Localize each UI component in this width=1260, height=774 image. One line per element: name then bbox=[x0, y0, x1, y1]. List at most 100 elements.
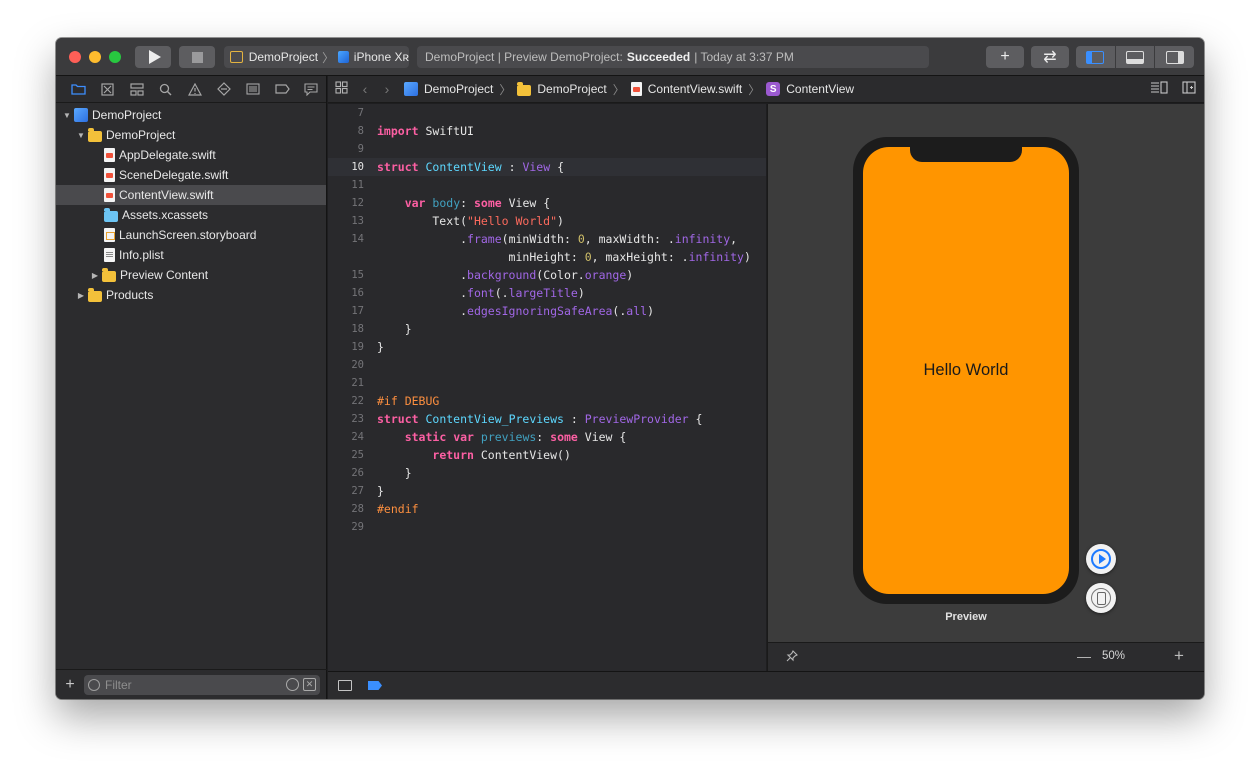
xcode-window: DemoProject 〉 iPhone Xʀ DemoProject | Pr… bbox=[56, 38, 1204, 699]
breadcrumb-item[interactable]: ContentView.swift bbox=[648, 82, 743, 96]
source-control-filter-icon[interactable]: ✕ bbox=[303, 678, 316, 691]
code-editor[interactable]: 7 8 import SwiftUI 9 10 struct ContentView : … bbox=[328, 104, 766, 671]
tree-item-file[interactable]: Assets.xcassets bbox=[56, 205, 326, 225]
source-control-icon[interactable] bbox=[93, 79, 122, 99]
warning-icon[interactable] bbox=[180, 79, 209, 99]
preview-label: Preview bbox=[945, 611, 987, 623]
code-line[interactable]: 9 bbox=[328, 140, 766, 158]
zoom-out-button[interactable]: — bbox=[1077, 648, 1091, 664]
breadcrumb-item[interactable]: ContentView bbox=[786, 82, 854, 96]
code-line[interactable]: 29 bbox=[328, 518, 766, 536]
filter-field[interactable]: Filter ✕ bbox=[84, 674, 320, 695]
tree-item-group[interactable]: ▶ Products bbox=[56, 285, 326, 305]
device-icon bbox=[338, 51, 349, 63]
code-line[interactable]: 21 bbox=[328, 374, 766, 392]
toggle-navigator-button[interactable] bbox=[1076, 46, 1116, 68]
disclosure-closed-icon[interactable]: ▶ bbox=[76, 291, 86, 300]
search-icon[interactable] bbox=[151, 79, 180, 99]
code-line[interactable]: 23 struct ContentView_Previews : PreviewP… bbox=[328, 410, 766, 428]
tree-item-project[interactable]: ▼ DemoProject bbox=[56, 105, 326, 125]
code-line[interactable]: 13 Text("Hello World") bbox=[328, 212, 766, 230]
line-number: 12 bbox=[351, 197, 364, 209]
tree-item-group[interactable]: ▼ DemoProject bbox=[56, 125, 326, 145]
tree-item-file-selected[interactable]: ContentView.swift bbox=[56, 185, 326, 205]
close-window-button[interactable] bbox=[69, 51, 81, 63]
code-line[interactable]: 22 #if DEBUG bbox=[328, 392, 766, 410]
code-line[interactable]: 18 } bbox=[328, 320, 766, 338]
breakpoints-toggle-icon[interactable] bbox=[368, 681, 382, 690]
code-text: import SwiftUI bbox=[377, 124, 474, 138]
filter-icon bbox=[88, 678, 100, 691]
test-diamond-icon[interactable] bbox=[210, 79, 239, 99]
tree-item-file[interactable]: LaunchScreen.storyboard bbox=[56, 225, 326, 245]
disclosure-open-icon[interactable]: ▼ bbox=[62, 111, 72, 120]
preview-on-device-button[interactable] bbox=[1086, 583, 1116, 613]
code-line[interactable]: 16 .font(.largeTitle) bbox=[328, 284, 766, 302]
line-number: 23 bbox=[351, 413, 364, 425]
code-line[interactable]: 25 return ContentView() bbox=[328, 446, 766, 464]
code-text: .font(.largeTitle) bbox=[377, 286, 585, 300]
tree-item-group[interactable]: ▶ Preview Content bbox=[56, 265, 326, 285]
code-line[interactable]: 11 bbox=[328, 176, 766, 194]
zoom-in-button[interactable]: + bbox=[1174, 646, 1184, 666]
project-navigator: ▼ DemoProject ▼ DemoProject AppDelegate.… bbox=[56, 76, 327, 699]
tree-item-file[interactable]: SceneDelegate.swift bbox=[56, 165, 326, 185]
forward-chevron-icon[interactable]: › bbox=[376, 81, 398, 97]
code-line[interactable]: 26 } bbox=[328, 464, 766, 482]
code-text: } bbox=[377, 322, 412, 336]
device-screen[interactable]: Hello World bbox=[863, 147, 1069, 594]
code-line[interactable]: 28 #endif bbox=[328, 500, 766, 518]
code-line[interactable]: 7 bbox=[328, 104, 766, 122]
code-line[interactable]: 8 import SwiftUI bbox=[328, 122, 766, 140]
line-number: 19 bbox=[351, 341, 364, 353]
recent-files-icon[interactable] bbox=[286, 678, 299, 691]
code-line[interactable]: 17 .edgesIgnoringSafeArea(.all) bbox=[328, 302, 766, 320]
code-line[interactable]: 12 var body: some View { bbox=[328, 194, 766, 212]
hide-debug-area-icon[interactable] bbox=[338, 680, 352, 691]
scheme-selector[interactable]: DemoProject 〉 iPhone Xʀ bbox=[224, 46, 409, 68]
code-line[interactable]: 14 .frame(minWidth: 0, maxWidth: .infini… bbox=[328, 230, 766, 248]
related-items-icon[interactable] bbox=[328, 81, 354, 97]
library-button[interactable]: + bbox=[986, 46, 1024, 68]
code-line[interactable]: 19} bbox=[328, 338, 766, 356]
folder-icon bbox=[88, 288, 102, 302]
code-line[interactable]: minHeight: 0, maxHeight: .infinity) bbox=[328, 248, 766, 266]
breadcrumb-item[interactable]: DemoProject bbox=[424, 82, 493, 96]
symbol-hierarchy-icon[interactable] bbox=[122, 79, 151, 99]
breadcrumb-separator-icon: 〉 bbox=[499, 82, 512, 97]
minimize-window-button[interactable] bbox=[89, 51, 101, 63]
disclosure-open-icon[interactable]: ▼ bbox=[76, 131, 86, 140]
tree-item-file[interactable]: AppDelegate.swift bbox=[56, 145, 326, 165]
live-preview-button[interactable] bbox=[1086, 544, 1116, 574]
breakpoint-icon[interactable] bbox=[268, 79, 297, 99]
code-line[interactable]: 27} bbox=[328, 482, 766, 500]
tree-item-label: Products bbox=[106, 288, 154, 302]
run-button[interactable] bbox=[135, 46, 171, 68]
panel-toggle-group bbox=[1076, 46, 1194, 68]
code-review-button[interactable]: ⇄ bbox=[1031, 46, 1069, 68]
tree-item-file[interactable]: Info.plist bbox=[56, 245, 326, 265]
line-number: 8 bbox=[357, 125, 364, 137]
code-text: } bbox=[377, 340, 384, 354]
line-number: 17 bbox=[351, 305, 364, 317]
line-number: 13 bbox=[351, 215, 364, 227]
breadcrumb-item[interactable]: DemoProject bbox=[537, 82, 606, 96]
report-icon[interactable] bbox=[297, 79, 326, 99]
editor-options-icon[interactable] bbox=[1150, 81, 1168, 97]
back-chevron-icon[interactable]: ‹ bbox=[354, 81, 376, 97]
code-line[interactable]: 24 static var previews: some View { bbox=[328, 428, 766, 446]
disclosure-closed-icon[interactable]: ▶ bbox=[90, 271, 100, 280]
code-line[interactable]: 10 struct ContentView : View { bbox=[328, 158, 766, 176]
pin-icon[interactable] bbox=[786, 650, 798, 662]
debug-gauge-icon[interactable] bbox=[239, 79, 268, 99]
add-file-button[interactable]: + bbox=[56, 676, 84, 694]
toggle-debug-area-button[interactable] bbox=[1116, 46, 1156, 68]
code-line[interactable]: 20 bbox=[328, 356, 766, 374]
code-line[interactable]: 15 .background(Color.orange) bbox=[328, 266, 766, 284]
zoom-level[interactable]: 50% bbox=[1102, 650, 1125, 662]
stop-button[interactable] bbox=[179, 46, 215, 68]
add-editor-icon[interactable] bbox=[1182, 81, 1196, 97]
toggle-inspector-button[interactable] bbox=[1155, 46, 1194, 68]
zoom-window-button[interactable] bbox=[109, 51, 121, 63]
folder-icon[interactable] bbox=[64, 79, 93, 99]
